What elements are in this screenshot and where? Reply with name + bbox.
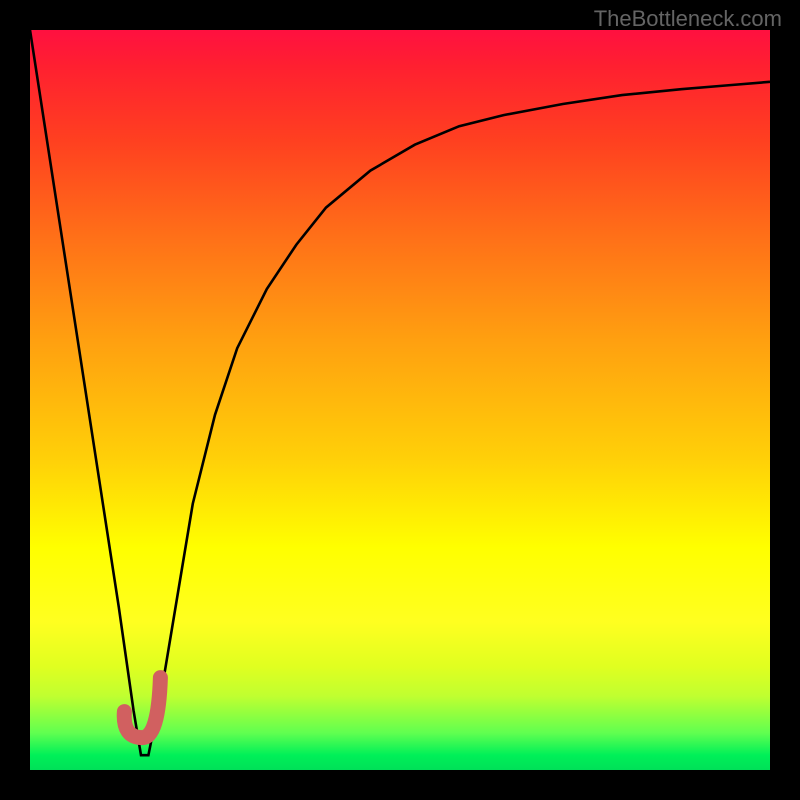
bottleneck-curve-line (30, 30, 770, 755)
chart-curve-svg (30, 30, 770, 770)
chart-area (30, 30, 770, 770)
watermark-text: TheBottleneck.com (594, 6, 782, 32)
